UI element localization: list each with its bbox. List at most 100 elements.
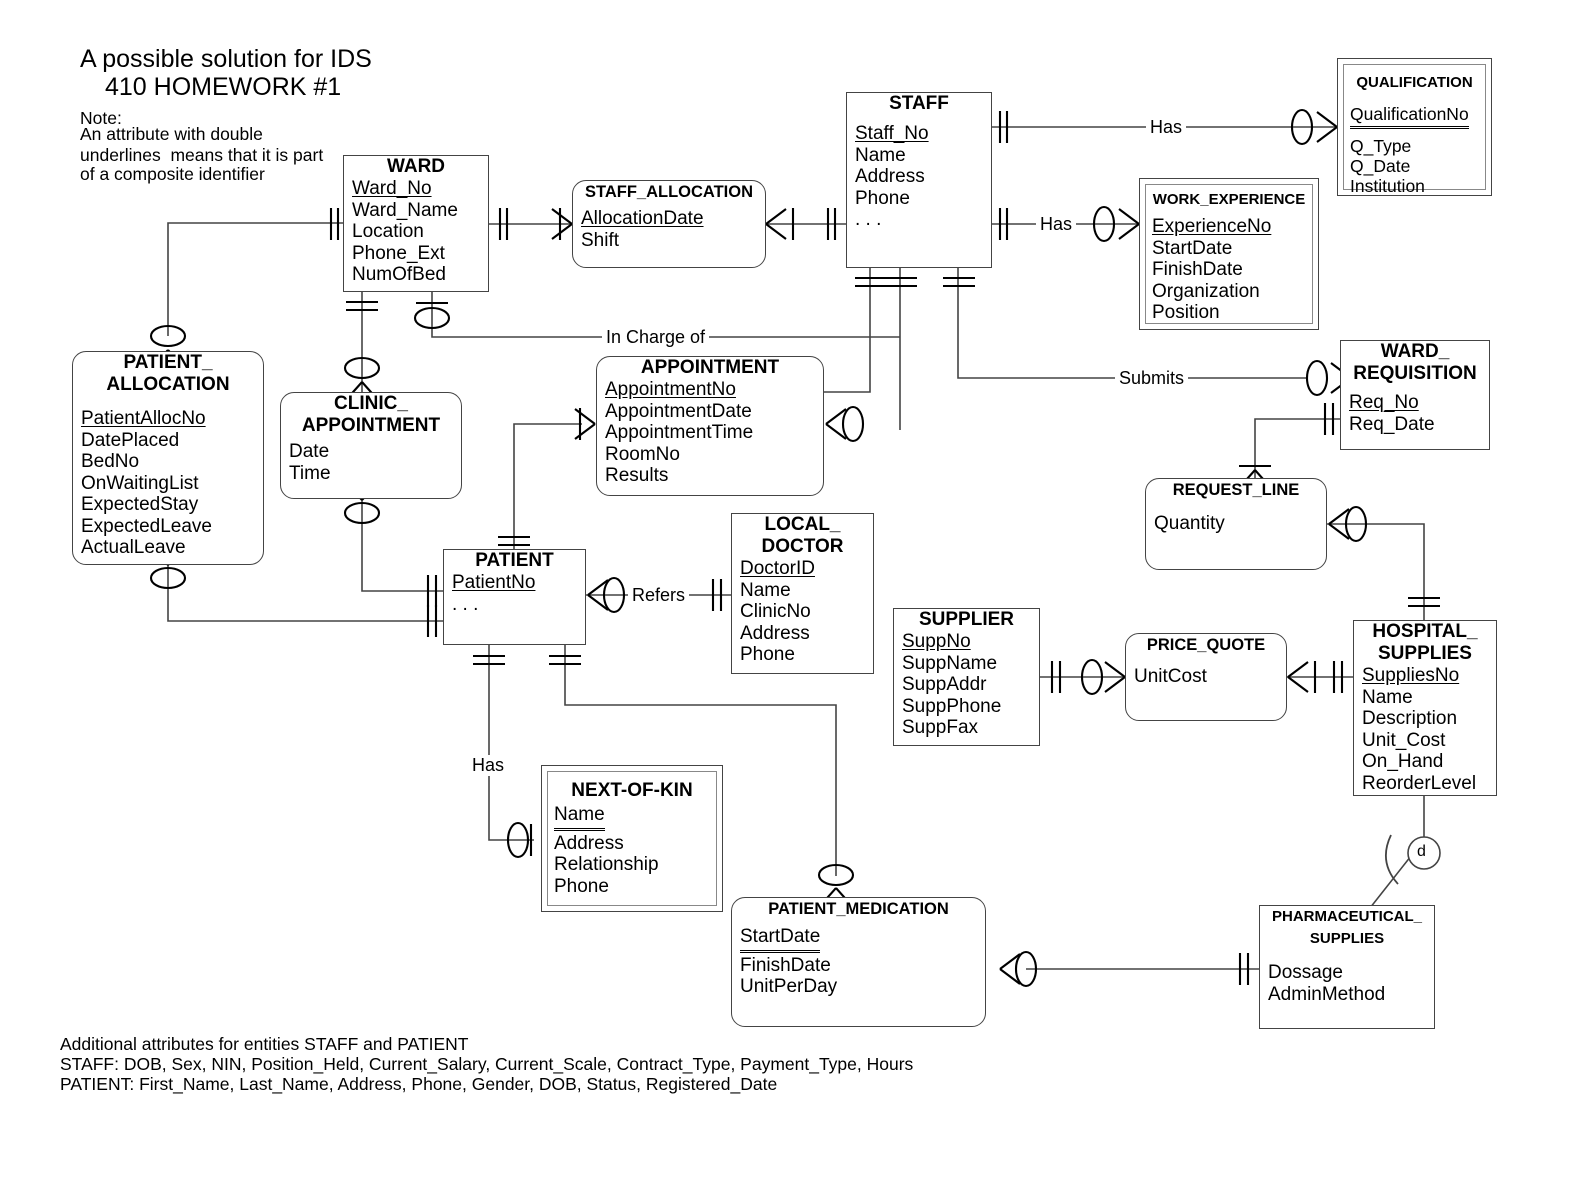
entity-pharmaceutical-supplies[interactable]: PHARMACEUTICAL_ SUPPLIES Dossage AdminMe… [1259,905,1435,1029]
attribute-numofbed: NumOfBed [352,264,446,285]
attribute-appointmentdate: AppointmentDate [605,400,752,422]
attribute-dossage: Dossage [1268,962,1343,983]
relationship-label-has-work-experience: Has [1036,214,1077,235]
entity-appointment-title: APPOINTMENT [640,357,780,378]
attribute-qualificationno: QualificationNo [1350,104,1469,127]
entity-clinic-appointment[interactable]: CLINIC_ APPOINTMENT Date Time [280,392,462,499]
entity-supplier-title: SUPPLIER [918,609,1015,630]
attribute-experienceno: ExperienceNo [1152,216,1272,237]
entity-staff-title: STAFF [889,93,949,114]
entity-price-quote-title: PRICE_QUOTE [1146,636,1266,654]
attribute-results: Results [605,465,669,486]
entity-price-quote[interactable]: PRICE_QUOTE UnitCost [1125,633,1287,721]
entity-ward-requisition[interactable]: WARD_ REQUISITION Req_No Req_Date [1340,340,1490,450]
entity-hospital-supplies[interactable]: HOSPITAL_ SUPPLIES SuppliesNo Name Descr… [1353,620,1497,796]
attribute-adminmethod: AdminMethod [1268,983,1386,1005]
attribute-unitcost: UnitCost [1134,666,1207,687]
attribute-ld-name: Name [740,579,791,601]
entity-supplier[interactable]: SUPPLIER SuppNo SuppName SuppAddr SuppPh… [893,608,1040,746]
attribute-quantity: Quantity [1154,513,1225,534]
attribute-staff-phone: Phone [855,187,910,209]
diagram-title-line1: A possible solution for IDS [80,45,372,73]
attribute-ld-phone: Phone [740,644,795,665]
relationship-label-in-charge-of: In Charge of [602,327,710,348]
entity-work-experience-title: WORK_EXPERIENCE [1152,191,1306,208]
attribute-nok-name: Name [554,804,605,829]
attribute-shift: Shift [581,229,620,251]
entity-patient-medication[interactable]: PATIENT_MEDICATION StartDate FinishDate … [731,897,986,1027]
entity-patient[interactable]: PATIENT PatientNo . . . [443,549,586,645]
attribute-nok-phone: Phone [554,875,609,897]
attribute-ld-address: Address [740,622,810,644]
attribute-nok-address: Address [554,832,624,854]
attribute-allocationdate: AllocationDate [581,208,704,229]
entity-staff-allocation-title: STAFF_ALLOCATION [584,183,754,201]
attribute-patientallocno: PatientAllocNo [81,408,206,429]
entity-patient-title: PATIENT [475,550,554,571]
attribute-appointmenttime: AppointmentTime [605,422,754,443]
entity-staff-allocation[interactable]: STAFF_ALLOCATION AllocationDate Shift [572,180,766,268]
attribute-relationship: Relationship [554,854,659,875]
attribute-ca-time: Time [289,462,331,484]
attribute-onwaitinglist: OnWaitingList [81,472,199,494]
attribute-q-type: Q_Type [1350,136,1412,156]
entity-local-doctor[interactable]: LOCAL_ DOCTOR DoctorID Name ClinicNo Add… [731,513,874,674]
attribute-phone-ext: Phone_Ext [352,242,445,264]
attribute-organization: Organization [1152,280,1260,302]
footnote-line-1: Additional attributes for entities STAFF… [60,1034,469,1054]
attribute-suppfax: SuppFax [902,717,979,738]
entity-staff[interactable]: STAFF Staff_No Name Address Phone . . . [846,92,992,268]
entity-appointment[interactable]: APPOINTMENT AppointmentNo AppointmentDat… [596,356,824,496]
attribute-q-date: Q_Date [1350,156,1411,176]
er-diagram-canvas: A possible solution for IDS 410 HOMEWORK… [0,0,1590,1183]
attribute-ca-date: Date [289,441,330,462]
attribute-we-startdate: StartDate [1152,237,1233,259]
disjoint-label: d [1417,843,1426,860]
attribute-institution: Institution [1350,176,1425,196]
entity-request-line[interactable]: REQUEST_LINE Quantity [1145,478,1327,570]
entity-pharmaceutical-supplies-title: PHARMACEUTICAL_ SUPPLIES [1272,908,1422,947]
attribute-we-finishdate: FinishDate [1152,259,1243,280]
entity-next-of-kin[interactable]: NEXT-OF-KIN Name Address Relationship Ph… [541,765,723,912]
note-line-1: An attribute with double [80,124,263,144]
attribute-suppname: SuppName [902,652,998,674]
attribute-bedno: BedNo [81,451,140,472]
attribute-position: Position [1152,302,1220,323]
attribute-dateplaced: DatePlaced [81,429,180,451]
relationship-label-refers: Refers [628,585,690,606]
entity-request-line-title: REQUEST_LINE [1172,481,1300,499]
attribute-reorderlevel: ReorderLevel [1362,772,1477,794]
attribute-clinicno: ClinicNo [740,601,811,622]
entity-patient-medication-title: PATIENT_MEDICATION [768,900,949,918]
footnote-line-2: STAFF: DOB, Sex, NIN, Position_Held, Cur… [60,1054,914,1074]
attribute-unit-cost: Unit_Cost [1362,729,1446,751]
attribute-ward-name: Ward_Name [352,199,458,221]
attribute-location: Location [352,221,424,242]
attribute-expectedstay: ExpectedStay [81,494,199,515]
entity-qualification[interactable]: QUALIFICATION QualificationNo Q_Type Q_D… [1337,58,1492,196]
attribute-suppno: SuppNo [902,631,971,652]
attribute-patientno: PatientNo [452,572,536,593]
attribute-pm-finishdate: FinishDate [740,954,831,976]
attribute-expectedleave: ExpectedLeave [81,515,212,537]
entity-work-experience[interactable]: WORK_EXPERIENCE ExperienceNo StartDate F… [1139,178,1319,330]
attribute-appointmentno: AppointmentNo [605,379,736,400]
entity-local-doctor-title: LOCAL_ DOCTOR [761,514,844,557]
entity-next-of-kin-title: NEXT-OF-KIN [571,780,693,801]
attribute-on-hand: On_Hand [1362,751,1444,772]
entity-ward-requisition-title: WARD_ REQUISITION [1353,341,1477,384]
entity-clinic-appointment-title: CLINIC_ APPOINTMENT [301,393,441,436]
footnote-line-3: PATIENT: First_Name, Last_Name, Address,… [60,1074,778,1094]
entity-ward[interactable]: WARD Ward_No Ward_Name Location Phone_Ex… [343,155,489,292]
attribute-staff-name: Name [855,144,906,166]
attribute-suppphone: SuppPhone [902,695,1002,717]
attribute-req-no: Req_No [1349,392,1419,413]
entity-patient-allocation[interactable]: PATIENT_ ALLOCATION PatientAllocNo DateP… [72,351,264,565]
attribute-suppaddr: SuppAddr [902,674,987,695]
note-line-2: underlines means that it is part [80,145,324,165]
attribute-doctorid: DoctorID [740,558,815,579]
attribute-req-date: Req_Date [1349,413,1435,435]
attribute-roomno: RoomNo [605,443,680,465]
attribute-description: Description [1362,708,1458,729]
attribute-staff-more: . . . [855,209,882,230]
